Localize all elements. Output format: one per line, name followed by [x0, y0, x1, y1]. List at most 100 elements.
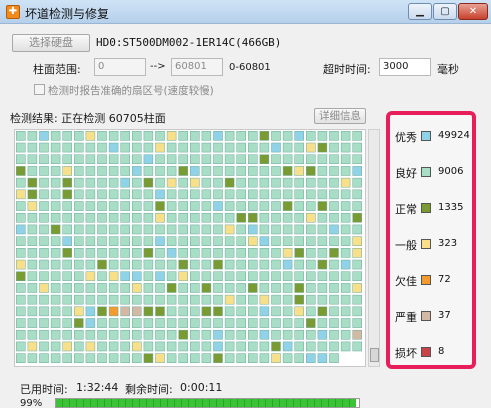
sector-block [97, 154, 107, 165]
sector-block [97, 294, 107, 305]
sector-block [39, 306, 49, 317]
sector-block [166, 283, 177, 293]
sector-block [317, 142, 328, 153]
sector-block [306, 271, 316, 282]
sector-block [143, 142, 154, 153]
sector-block [352, 189, 362, 200]
sector-block [27, 224, 38, 235]
grid-scrollbar[interactable] [368, 129, 380, 367]
sector-block [259, 353, 270, 363]
timeout-label: 超时时间: [323, 63, 371, 76]
sector-block [62, 142, 72, 153]
sector-block [16, 353, 26, 363]
sector-block [213, 248, 223, 258]
sector-block [39, 212, 49, 223]
sector-block [236, 142, 246, 153]
sector-block [108, 142, 119, 153]
sector-block [340, 271, 351, 282]
range-from-input[interactable]: 0 [94, 58, 146, 76]
sector-block [178, 142, 188, 153]
sector-block [39, 318, 49, 328]
sector-block [259, 142, 270, 153]
sector-block [143, 201, 154, 211]
sector-block [201, 294, 212, 305]
sector-block [282, 318, 293, 328]
sector-block [190, 224, 200, 235]
sector-block [306, 166, 316, 176]
sector-block [85, 283, 96, 293]
sector-block [108, 294, 119, 305]
sector-block [306, 329, 316, 340]
sector-block [282, 189, 293, 200]
sector-block [190, 248, 200, 258]
sector-block [120, 329, 130, 340]
accurate-sector-checkbox[interactable] [34, 84, 45, 95]
select-disk-button[interactable]: 选择硬盘 [12, 34, 90, 52]
sector-block [155, 177, 165, 188]
sector-block [236, 318, 246, 328]
legend-item-normal: 正常 1335 [390, 200, 472, 216]
sector-block [317, 154, 328, 165]
sector-block [166, 224, 177, 235]
sector-block [282, 154, 293, 165]
sector-block [306, 294, 316, 305]
sector-block [108, 131, 119, 141]
maximize-button[interactable]: ▢ [433, 3, 457, 20]
sector-block [201, 259, 212, 270]
sector-block [248, 166, 258, 176]
legend-count: 9006 [438, 166, 464, 177]
sector-block [224, 166, 235, 176]
result-status: 检测结果: 正在检测 60705柱面 [10, 112, 166, 125]
minimize-button[interactable]: ▁ [408, 3, 432, 20]
sector-block [143, 306, 154, 317]
sector-block [62, 201, 72, 211]
sector-block [329, 131, 339, 141]
sector-block [178, 283, 188, 293]
sector-block [178, 177, 188, 188]
sector-block [120, 201, 130, 211]
sector-block [120, 271, 130, 282]
sector-block [143, 341, 154, 352]
sector-block [282, 329, 293, 340]
sector-block [143, 236, 154, 246]
sector-block [166, 341, 177, 352]
timeout-input[interactable]: 3000 [379, 58, 431, 76]
sector-block [190, 318, 200, 328]
close-button[interactable]: ✕ [458, 3, 488, 20]
legend-item-average: 一般 323 [390, 236, 472, 252]
sector-block [132, 329, 142, 340]
sector-block [62, 189, 72, 200]
sector-block [16, 166, 26, 176]
sector-block [294, 166, 304, 176]
detail-info-button[interactable]: 详细信息 [314, 108, 366, 124]
sector-block [201, 212, 212, 223]
sector-block [248, 177, 258, 188]
sector-block [108, 306, 119, 317]
sector-block [178, 306, 188, 317]
sector-block [120, 294, 130, 305]
sector-block [132, 189, 142, 200]
sector-block [224, 271, 235, 282]
sector-block [27, 177, 38, 188]
range-to-input[interactable]: 60801 [171, 58, 223, 76]
sector-block [50, 248, 61, 258]
sector-block [306, 259, 316, 270]
sector-block [62, 353, 72, 363]
sector-block [27, 318, 38, 328]
sector-block [294, 306, 304, 317]
sector-block [108, 236, 119, 246]
grid-scrollbar-thumb[interactable] [370, 348, 379, 362]
sector-block [190, 236, 200, 246]
sector-block [155, 236, 165, 246]
sector-block [74, 259, 84, 270]
sector-block [74, 224, 84, 235]
sector-block [259, 224, 270, 235]
sector-block [74, 306, 84, 317]
sector-block [166, 154, 177, 165]
sector-block [16, 201, 26, 211]
sector-block [248, 271, 258, 282]
sector-block [340, 294, 351, 305]
sector-block [201, 318, 212, 328]
sector-block [155, 353, 165, 363]
sector-block [224, 224, 235, 235]
